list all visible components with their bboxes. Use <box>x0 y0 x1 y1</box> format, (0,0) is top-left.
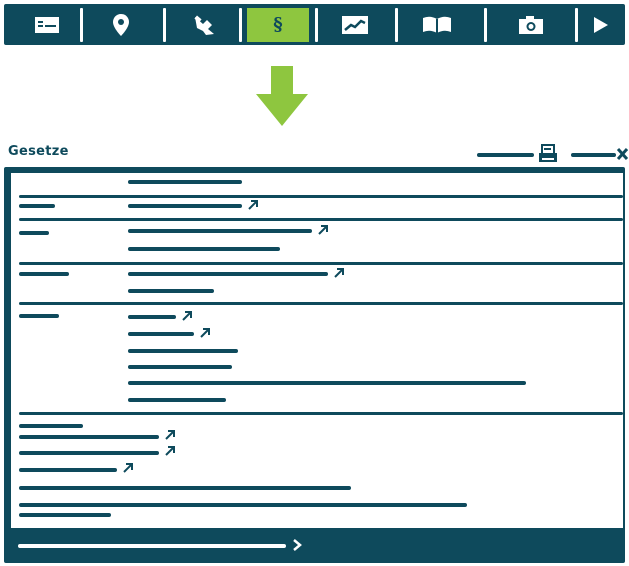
link-line[interactable] <box>128 332 194 336</box>
id-card-button[interactable] <box>16 8 78 42</box>
laws-button[interactable]: § <box>247 8 309 42</box>
location-pin-icon <box>113 14 129 36</box>
placeholder-line <box>128 247 280 251</box>
divider <box>19 302 623 305</box>
panel-toolbar <box>477 144 628 162</box>
laws-panel <box>4 167 625 563</box>
close-icon[interactable] <box>616 147 628 161</box>
placeholder-line <box>128 381 526 385</box>
placeholder-line <box>19 314 59 318</box>
external-link-icon[interactable] <box>164 445 176 457</box>
external-link-icon[interactable] <box>333 267 345 279</box>
external-link-icon[interactable] <box>164 429 176 441</box>
arrow-down-icon <box>256 66 308 126</box>
chevron-right-icon[interactable] <box>292 538 302 552</box>
laws-list <box>11 173 623 528</box>
divider <box>19 195 623 198</box>
link-line[interactable] <box>128 204 242 208</box>
link-line[interactable] <box>128 272 328 276</box>
divider <box>19 262 623 265</box>
link-line[interactable] <box>128 315 176 319</box>
open-book-icon <box>423 16 451 33</box>
placeholder-line <box>19 513 111 517</box>
footer-link[interactable] <box>18 544 286 548</box>
chart-button[interactable] <box>324 8 386 42</box>
stamp-button[interactable] <box>174 8 236 42</box>
placeholder-line <box>19 424 83 428</box>
camera-button[interactable] <box>500 8 562 42</box>
external-link-icon[interactable] <box>317 224 329 236</box>
external-link-icon[interactable] <box>199 327 211 339</box>
printer-icon[interactable] <box>539 144 557 162</box>
panel-title: Gesetze <box>8 144 69 159</box>
placeholder-line <box>128 398 226 402</box>
link-line[interactable] <box>19 451 159 455</box>
top-toolbar: § <box>4 4 625 45</box>
placeholder-line <box>128 180 242 184</box>
external-link-icon[interactable] <box>247 199 259 211</box>
camera-icon <box>519 16 543 34</box>
link-line[interactable] <box>128 229 312 233</box>
link-line[interactable] <box>19 468 117 472</box>
placeholder-line <box>19 503 467 507</box>
divider <box>19 218 623 221</box>
external-link-icon[interactable] <box>181 310 193 322</box>
play-icon <box>594 17 608 33</box>
placeholder-line <box>19 204 55 208</box>
external-link-icon[interactable] <box>122 462 134 474</box>
stamp-icon <box>194 15 214 35</box>
placeholder-line <box>19 272 69 276</box>
placeholder-line <box>19 231 49 235</box>
id-card-icon <box>35 17 59 33</box>
paragraph-icon: § <box>273 14 283 35</box>
chart-icon <box>342 16 368 34</box>
placeholder-line <box>128 289 214 293</box>
location-button[interactable] <box>90 8 152 42</box>
book-button[interactable] <box>406 8 468 42</box>
placeholder-line <box>128 365 232 369</box>
play-button[interactable] <box>578 8 624 42</box>
placeholder-line <box>128 349 238 353</box>
placeholder-line <box>19 486 351 490</box>
divider <box>19 412 623 415</box>
link-line[interactable] <box>19 435 159 439</box>
